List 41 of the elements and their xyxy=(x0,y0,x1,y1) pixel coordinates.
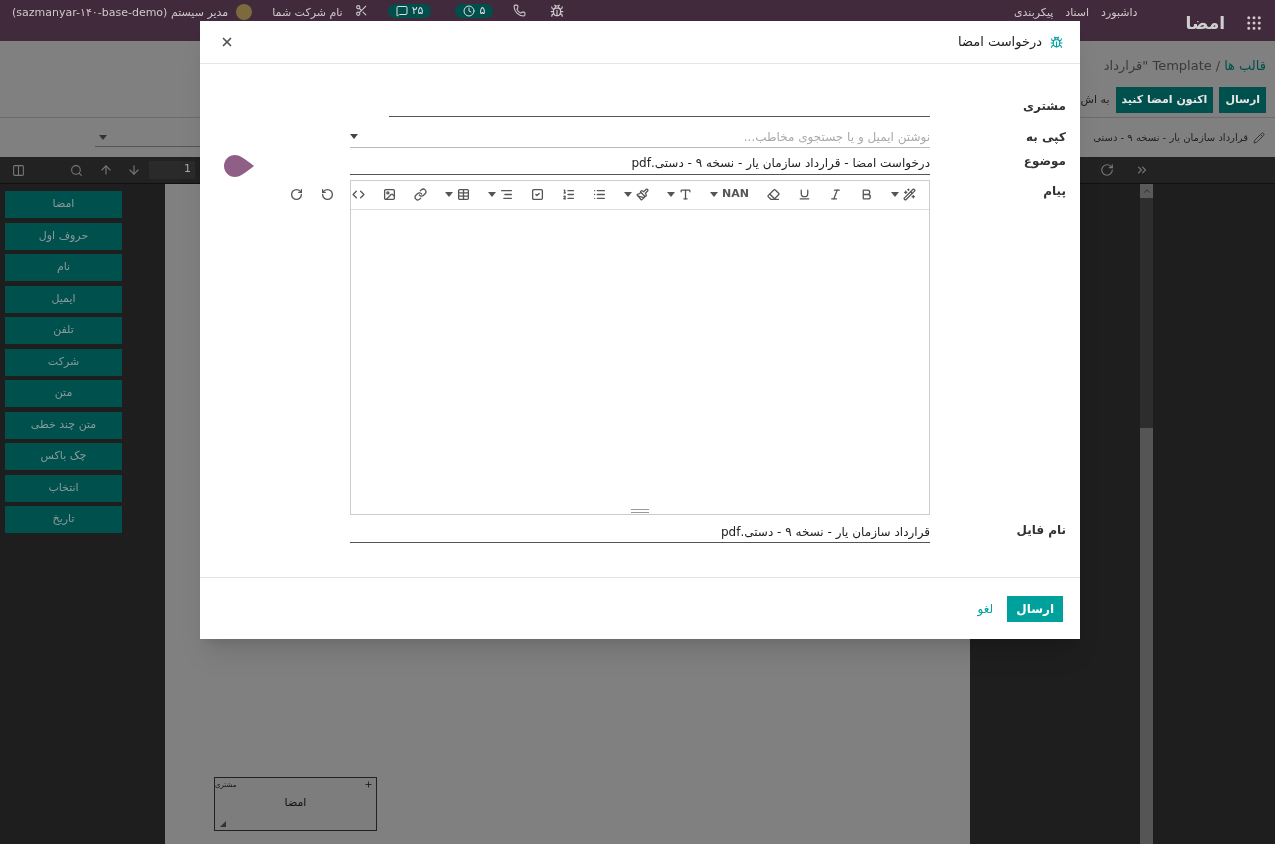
field-label: امضا xyxy=(284,794,307,811)
field-type-item[interactable]: متن چند خطی xyxy=(5,411,122,439)
text-field[interactable]: درخواست امضا - قرارداد سازمان یار - نسخه ۹ - دستی.pdf xyxy=(350,152,930,175)
document-name: قرارداد سازمان یار - نسخه ۹ - دستی xyxy=(1093,131,1248,145)
breadcrumb-item[interactable]: قالب ها xyxy=(1224,56,1266,76)
field-type-item[interactable]: انتخاب xyxy=(5,474,122,502)
field-label: مشتری xyxy=(1022,98,1066,115)
field-type-item[interactable]: تاریخ xyxy=(5,506,122,533)
menu-item[interactable]: اسناد xyxy=(1065,6,1090,20)
field-type-item[interactable]: شرکت xyxy=(5,348,122,376)
user-name[interactable]: مدیر سیستم (sazmanyar-۱۴۰-base-demo) xyxy=(12,6,229,20)
field-type-item[interactable]: چک باکس xyxy=(5,443,122,470)
dialog-title: درخواست امضا xyxy=(957,33,1042,52)
action-button[interactable]: اکنون امضا کنید xyxy=(1115,87,1214,113)
activity-badge[interactable]: ۵ xyxy=(455,4,494,18)
placeholder-text: نوشتن ایمیل و یا جستجوی مخاطب... xyxy=(743,128,930,146)
action-button[interactable]: ارسال xyxy=(1219,87,1266,113)
send-button[interactable]: ارسال xyxy=(1007,595,1063,622)
field-label: پیام xyxy=(1042,182,1066,201)
page-number-field[interactable]: 1 xyxy=(149,161,195,179)
field-label: نام فایل xyxy=(1015,521,1066,540)
menu-item[interactable]: داشبورد xyxy=(1101,6,1138,20)
field-type-item[interactable]: ایمیل xyxy=(5,285,122,313)
field-type-item[interactable]: حروف اول xyxy=(5,222,122,250)
field-label: کپی به xyxy=(1025,129,1066,146)
message-badge[interactable]: ۲۵ xyxy=(387,4,432,18)
cancel-link[interactable]: لغو xyxy=(977,599,994,618)
field-type-item[interactable]: متن xyxy=(5,380,122,407)
field-type-item[interactable]: نام xyxy=(5,254,122,281)
font-size-dropdown[interactable]: NAN xyxy=(722,186,749,203)
field-label: موضوع xyxy=(1022,153,1066,171)
breadcrumb-item: Template "قرارداد xyxy=(1103,57,1212,76)
breadcrumb-separator: / xyxy=(1215,57,1221,76)
field-type-item[interactable]: امضا xyxy=(5,191,122,218)
company-name[interactable]: نام شرکت شما xyxy=(272,6,343,20)
app-brand: امضا xyxy=(1185,11,1225,34)
cc-field[interactable]: نوشتن ایمیل و یا جستجوی مخاطب... xyxy=(350,126,930,148)
action-link[interactable]: به اش xyxy=(1080,87,1110,113)
menu-item[interactable]: پیکربندی xyxy=(1013,6,1054,20)
field-type-item[interactable]: تلفن xyxy=(5,317,122,344)
text-field[interactable]: قرارداد سازمان یار - نسخه ۹ - دستی.pdf xyxy=(350,521,930,543)
